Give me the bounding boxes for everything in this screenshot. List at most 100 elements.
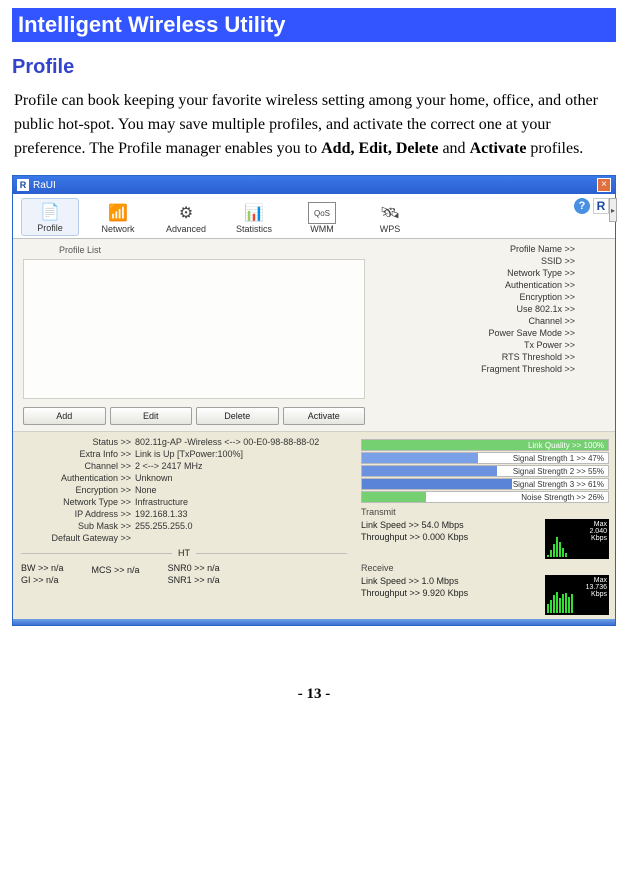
bar-label: Signal Strength 1 >> 47% xyxy=(513,454,604,463)
receive-throughput: Throughput >> 9.920 Kbps xyxy=(361,587,541,599)
status-value: Unknown xyxy=(135,473,173,483)
app-icon: R xyxy=(17,179,29,191)
status-panel: Status >> 802.11g-AP -Wireless <--> 00-E0… xyxy=(13,432,355,619)
receive-link-speed: Link Speed >> 1.0 Mbps xyxy=(361,575,541,587)
wps-icon: 🛰 xyxy=(376,202,404,224)
ht-value: MCS >> n/a xyxy=(92,564,140,576)
bar-label: Signal Strength 3 >> 61% xyxy=(513,480,604,489)
status-key: IP Address >> xyxy=(21,509,131,519)
bar-label: Signal Strength 2 >> 55% xyxy=(513,467,604,476)
intro-bold-2: Activate xyxy=(470,140,527,157)
status-value: Infrastructure xyxy=(135,497,188,507)
main-toolbar: 📄 Profile 📶 Network ⚙ Advanced 📊 Statist… xyxy=(13,194,615,239)
status-key: Encryption >> xyxy=(21,485,131,495)
ht-value: SNR0 >> n/a xyxy=(168,562,220,574)
detail-label: SSID >> xyxy=(541,256,575,266)
status-key: Authentication >> xyxy=(21,473,131,483)
tab-wmm[interactable]: QoS WMM xyxy=(293,200,351,236)
status-value: 192.168.1.33 xyxy=(135,509,188,519)
transmit-chart: Max 2.040 Kbps xyxy=(545,519,609,559)
intro-bold-1: Add, Edit, Delete xyxy=(321,140,438,157)
tab-label: Advanced xyxy=(166,224,206,234)
detail-label: Profile Name >> xyxy=(510,244,575,254)
profile-list[interactable] xyxy=(23,259,365,399)
detail-label: Tx Power >> xyxy=(524,340,575,350)
status-value: 255.255.255.0 xyxy=(135,521,193,531)
intro-text-3: profiles. xyxy=(526,140,583,157)
collapse-handle-icon[interactable]: ▸ xyxy=(609,198,617,222)
ht-value: GI >> n/a xyxy=(21,574,64,586)
activate-button[interactable]: Activate xyxy=(283,407,366,425)
status-value: 802.11g-AP -Wireless <--> 00-E0-98-88-88… xyxy=(135,437,319,447)
profile-list-label: Profile List xyxy=(59,245,369,255)
ht-value: BW >> n/a xyxy=(21,562,64,574)
delete-button[interactable]: Delete xyxy=(196,407,279,425)
bar-label: Link Quality >> 100% xyxy=(528,441,604,450)
intro-paragraph: Profile can book keeping your favorite w… xyxy=(14,89,614,161)
status-key: Default Gateway >> xyxy=(21,533,131,543)
signal-bar: Signal Strength 1 >> 47% xyxy=(361,452,609,464)
ht-divider: HT xyxy=(21,548,347,558)
status-key: Status >> xyxy=(21,437,131,447)
page-heading: Intelligent Wireless Utility xyxy=(12,8,616,42)
status-key: Network Type >> xyxy=(21,497,131,507)
edit-button[interactable]: Edit xyxy=(110,407,193,425)
detail-label: Encryption >> xyxy=(519,292,575,302)
tab-label: WMM xyxy=(310,224,334,234)
intro-text-2: and xyxy=(438,140,469,157)
brand-icon: R xyxy=(593,198,609,214)
chart-max-value: 13.736 xyxy=(586,584,607,591)
profile-icon: 📄 xyxy=(36,201,64,223)
add-button[interactable]: Add xyxy=(23,407,106,425)
window-footer xyxy=(13,619,615,625)
status-key: Extra Info >> xyxy=(21,449,131,459)
tab-label: WPS xyxy=(380,224,401,234)
detail-label: Use 802.1x >> xyxy=(516,304,575,314)
signal-bar: Signal Strength 3 >> 61% xyxy=(361,478,609,490)
tab-network[interactable]: 📶 Network xyxy=(89,200,147,236)
status-value: 2 <--> 2417 MHz xyxy=(135,461,203,471)
detail-label: Fragment Threshold >> xyxy=(481,364,575,374)
transmit-link-speed: Link Speed >> 54.0 Mbps xyxy=(361,519,541,531)
network-icon: 📶 xyxy=(104,202,132,224)
help-icon[interactable]: ? xyxy=(574,198,590,214)
ht-label: HT xyxy=(178,548,190,558)
signal-panel: Link Quality >> 100% Signal Strength 1 >… xyxy=(355,432,615,619)
ht-value: SNR1 >> n/a xyxy=(168,574,220,586)
tab-label: Statistics xyxy=(236,224,272,234)
tab-wps[interactable]: 🛰 WPS xyxy=(361,200,419,236)
window-titlebar: R RaUI × xyxy=(13,176,615,194)
status-key: Channel >> xyxy=(21,461,131,471)
bar-label: Noise Strength >> 26% xyxy=(521,493,604,502)
receive-chart: Max 13.736 Kbps xyxy=(545,575,609,615)
tab-label: Network xyxy=(101,224,134,234)
profile-detail-panel: Profile Name >> SSID >> Network Type >> … xyxy=(375,239,615,431)
detail-label: Power Save Mode >> xyxy=(488,328,575,338)
status-value: None xyxy=(135,485,157,495)
detail-label: RTS Threshold >> xyxy=(502,352,575,362)
status-value: Link is Up [TxPower:100%] xyxy=(135,449,243,459)
tab-statistics[interactable]: 📊 Statistics xyxy=(225,200,283,236)
page-number: - 13 - xyxy=(12,686,616,703)
signal-bar: Link Quality >> 100% xyxy=(361,439,609,451)
chart-max-value: 2.040 xyxy=(589,528,607,535)
chart-max-label: Max xyxy=(594,577,607,584)
gear-icon: ⚙ xyxy=(172,202,200,224)
qos-icon: QoS xyxy=(308,202,336,224)
chart-icon: 📊 xyxy=(240,202,268,224)
close-icon[interactable]: × xyxy=(597,178,611,192)
signal-bar: Noise Strength >> 26% xyxy=(361,491,609,503)
profile-list-panel: Profile List Add Edit Delete Activate xyxy=(13,239,375,431)
transmit-label: Transmit xyxy=(361,507,609,517)
detail-label: Network Type >> xyxy=(507,268,575,278)
tab-label: Profile xyxy=(37,223,63,233)
detail-label: Authentication >> xyxy=(505,280,575,290)
transmit-throughput: Throughput >> 0.000 Kbps xyxy=(361,531,541,543)
chart-max-label: Max xyxy=(594,521,607,528)
tab-profile[interactable]: 📄 Profile xyxy=(21,198,79,236)
signal-bar: Signal Strength 2 >> 55% xyxy=(361,465,609,477)
section-heading: Profile xyxy=(12,56,616,79)
tab-advanced[interactable]: ⚙ Advanced xyxy=(157,200,215,236)
window-title: RaUI xyxy=(33,180,56,191)
app-window: R RaUI × 📄 Profile 📶 Network ⚙ Advanced … xyxy=(12,175,616,626)
